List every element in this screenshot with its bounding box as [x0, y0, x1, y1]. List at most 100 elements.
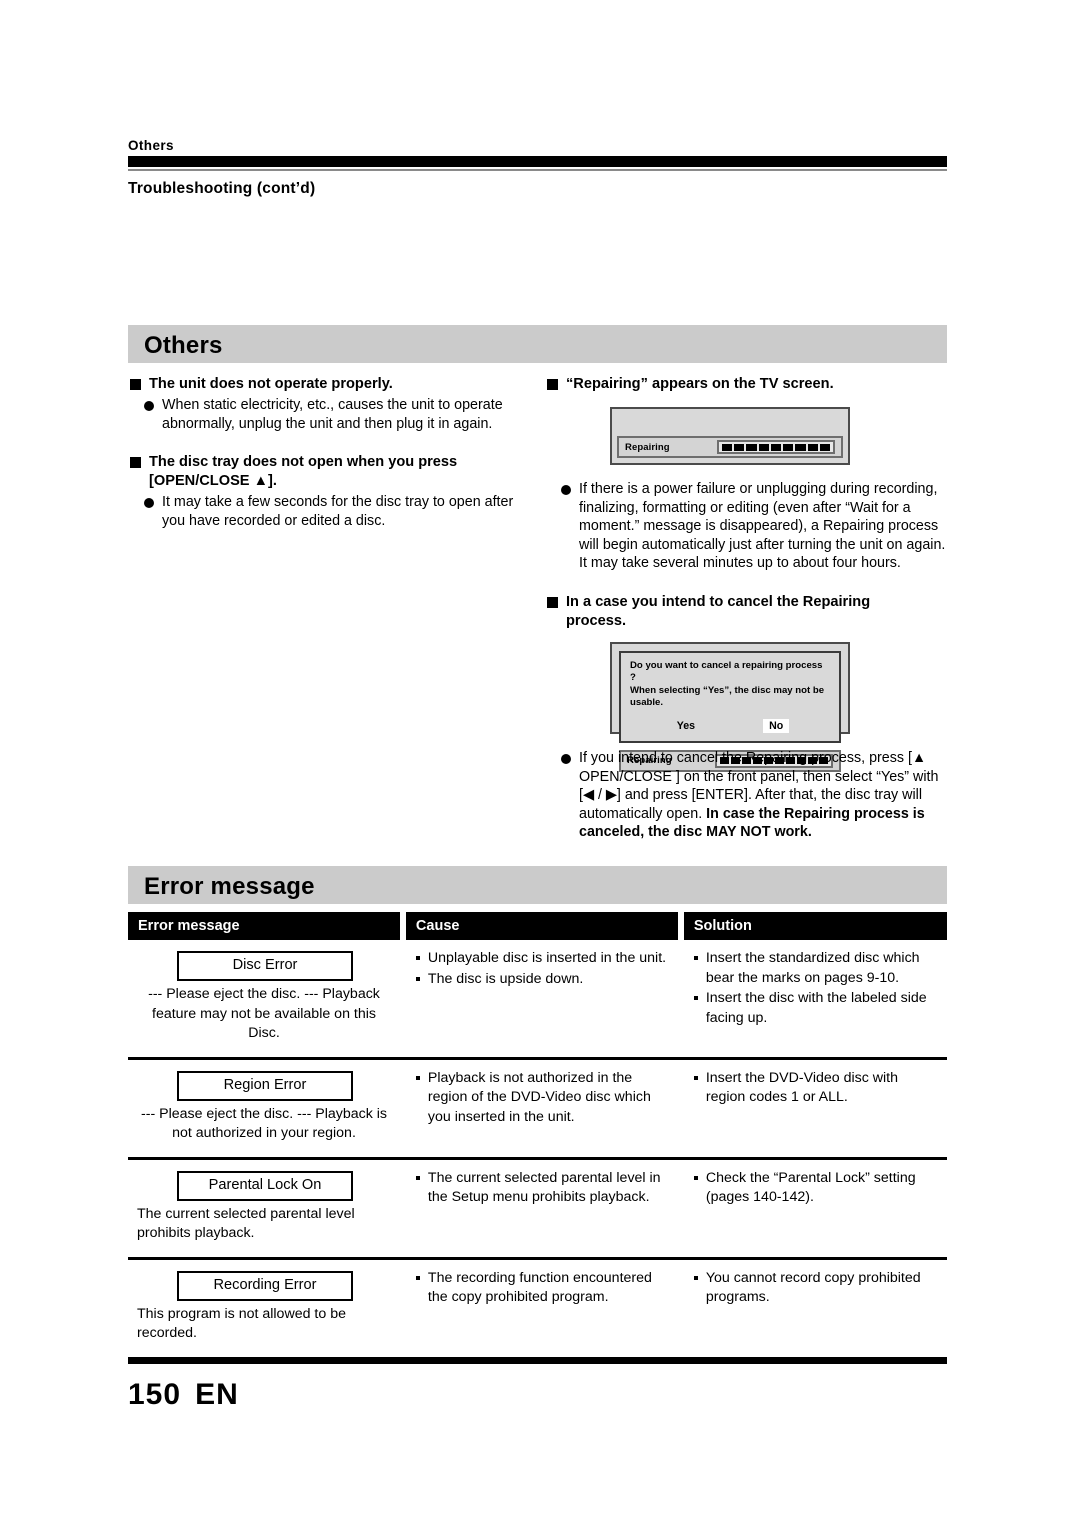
solution-text: Insert the standardized disc which bear …: [705, 950, 920, 986]
list-item: The disc is upside down.: [415, 970, 669, 990]
error-message-description: This program is not allowed to be record…: [137, 1305, 346, 1342]
column-header-solution: Solution: [683, 912, 947, 940]
round-bullet-icon: [561, 485, 571, 495]
cancel-repairing-dialog: Do you want to cancel a repairing proces…: [619, 650, 841, 743]
square-bullet-icon: [130, 379, 141, 390]
question-heading-unit-not-operating-label: The unit does not operate properly.: [149, 376, 393, 392]
answer-disc-tray: It may take a few seconds for the disc t…: [130, 493, 530, 530]
cell-cause: Playback is not authorized in the region…: [406, 1060, 678, 1157]
solution-text: You cannot record copy prohibited progra…: [705, 1269, 921, 1306]
cause-text: The current selected parental level in t…: [427, 1169, 661, 1206]
dialog-yes-button[interactable]: Yes: [671, 719, 701, 733]
square-bullet-icon: [130, 457, 141, 469]
table-row: Region Error --- Please eject the disc. …: [128, 1060, 947, 1160]
answer-disc-tray-text: It may take a few seconds for the disc t…: [162, 494, 514, 529]
question-heading-cancel-repairing: In a case you intend to cancel the Repai…: [547, 593, 947, 631]
error-message-box: Region Error: [177, 1070, 354, 1101]
list-item: You cannot record copy prohibited progra…: [693, 1269, 938, 1308]
square-bullet-icon: [547, 596, 558, 608]
table-row: Recording Error This program is not allo…: [128, 1260, 947, 1364]
tv-screen-illustration-repairing: Repairing: [610, 407, 850, 465]
answer-cancel-repairing: If you intend to cancel the Repairing pr…: [547, 749, 947, 842]
left-column: The unit does not operate properly. When…: [130, 375, 530, 530]
round-bullet-icon: [561, 753, 571, 764]
question-heading-disc-tray-line2: [OPEN/CLOSE ▲].: [149, 473, 277, 490]
cell-cause: The recording function encountered the c…: [406, 1260, 678, 1357]
error-message-table: Error message Cause Solution Disc Error …: [128, 912, 947, 1364]
repairing-progress-bar: [717, 440, 835, 454]
repairing-progress-label: Repairing: [625, 441, 670, 453]
running-head-category: Others: [128, 138, 174, 153]
question-heading-repairing-appears: “Repairing” appears on the TV screen.: [547, 375, 947, 394]
list-item: Check the “Parental Lock” setting (pages…: [693, 1169, 938, 1208]
cause-text: Unplayable disc is inserted in the unit.: [427, 950, 667, 966]
cell-solution: Check the “Parental Lock” setting (pages…: [684, 1160, 947, 1257]
answer-repairing-appears-text: If there is a power failure or unpluggin…: [579, 481, 946, 572]
right-column: “Repairing” appears on the TV screen. Re…: [547, 375, 947, 842]
language-code: EN: [195, 1378, 239, 1411]
list-item: Unplayable disc is inserted in the unit.: [415, 949, 669, 969]
solution-text: Insert the disc with the labeled side fa…: [705, 990, 927, 1026]
column-header-cause: Cause: [405, 912, 678, 940]
solution-text: Insert the DVD-Video disc with region co…: [705, 1069, 898, 1106]
list-item: The current selected parental level in t…: [415, 1169, 669, 1208]
question-heading-cancel-repairing-line2: process.: [566, 612, 627, 629]
question-heading-disc-tray: The disc tray does not open when you pre…: [130, 453, 530, 491]
column-header-error-message: Error message: [128, 912, 401, 940]
dialog-text-line1: Do you want to cancel a repairing proces…: [630, 659, 823, 684]
cell-cause: Unplayable disc is inserted in the unit.…: [406, 940, 678, 1057]
list-item: Insert the DVD-Video disc with region co…: [693, 1069, 938, 1108]
manual-page: Others Troubleshooting (cont’d) Others T…: [0, 0, 1080, 1528]
answer-unit-not-operating: When static electricity, etc., causes th…: [130, 396, 530, 433]
running-head-rule-thin: [128, 169, 947, 171]
section-header-others: Others: [128, 325, 947, 363]
error-message-box: Recording Error: [177, 1270, 354, 1301]
section-header-error-message-label: Error message: [144, 873, 315, 900]
cell-error-message: Recording Error This program is not allo…: [128, 1260, 400, 1357]
dialog-choices: Yes No: [630, 718, 830, 736]
error-message-box: Disc Error: [177, 951, 354, 981]
cause-text: The disc is upside down.: [427, 970, 584, 987]
error-message-box: Parental Lock On: [177, 1170, 354, 1201]
round-bullet-icon: [144, 401, 154, 411]
error-message-description: --- Please eject the disc. --- Playback …: [141, 1105, 387, 1142]
dialog-no-button[interactable]: No: [763, 718, 790, 733]
cell-solution: Insert the DVD-Video disc with region co…: [684, 1060, 947, 1157]
question-heading-disc-tray-line1: The disc tray does not open when you pre…: [149, 454, 458, 471]
cell-error-message: Disc Error --- Please eject the disc. --…: [128, 940, 400, 1057]
table-row: Disc Error --- Please eject the disc. --…: [128, 940, 947, 1060]
solution-text: Check the “Parental Lock” setting (pages…: [705, 1169, 916, 1206]
repairing-progress-row: Repairing: [617, 436, 843, 458]
dialog-text-line2: When selecting “Yes”, the disc may not b…: [630, 684, 825, 696]
question-heading-unit-not-operating: The unit does not operate properly.: [130, 375, 530, 394]
list-item: Playback is not authorized in the region…: [415, 1069, 669, 1128]
list-item: The recording function encountered the c…: [415, 1269, 669, 1308]
cell-cause: The current selected parental level in t…: [406, 1160, 678, 1257]
list-item: Insert the standardized disc which bear …: [693, 949, 938, 988]
answer-unit-not-operating-text: When static electricity, etc., causes th…: [162, 397, 503, 432]
tv-screen-illustration-cancel-dialog: Do you want to cancel a repairing proces…: [610, 641, 850, 772]
answer-repairing-appears: If there is a power failure or unpluggin…: [547, 480, 947, 573]
cause-text: Playback is not authorized in the region…: [427, 1069, 651, 1125]
section-header-others-label: Others: [144, 332, 223, 359]
cause-text: The recording function encountered the c…: [427, 1269, 652, 1306]
cell-error-message: Region Error --- Please eject the disc. …: [128, 1060, 400, 1157]
cell-solution: Insert the standardized disc which bear …: [684, 940, 947, 1057]
cell-error-message: Parental Lock On The current selected pa…: [128, 1160, 400, 1257]
list-item: Insert the disc with the labeled side fa…: [693, 989, 938, 1028]
square-bullet-icon: [547, 379, 558, 390]
question-heading-repairing-appears-label: “Repairing” appears on the TV screen.: [566, 376, 834, 392]
question-heading-cancel-repairing-line1: In a case you intend to cancel the Repai…: [566, 593, 871, 610]
page-number: 150: [128, 1378, 182, 1411]
page-footer: 150 EN: [128, 1378, 239, 1412]
error-message-description: --- Please eject the disc. --- Playback …: [148, 986, 380, 1041]
section-header-error-message: Error message: [128, 866, 947, 904]
table-row: Parental Lock On The current selected pa…: [128, 1160, 947, 1260]
running-head: Others Troubleshooting (cont’d): [128, 138, 947, 198]
error-message-description: The current selected parental level proh…: [137, 1205, 355, 1242]
running-head-rule-thick: [128, 156, 947, 167]
running-head-title: Troubleshooting (cont’d): [128, 180, 316, 197]
